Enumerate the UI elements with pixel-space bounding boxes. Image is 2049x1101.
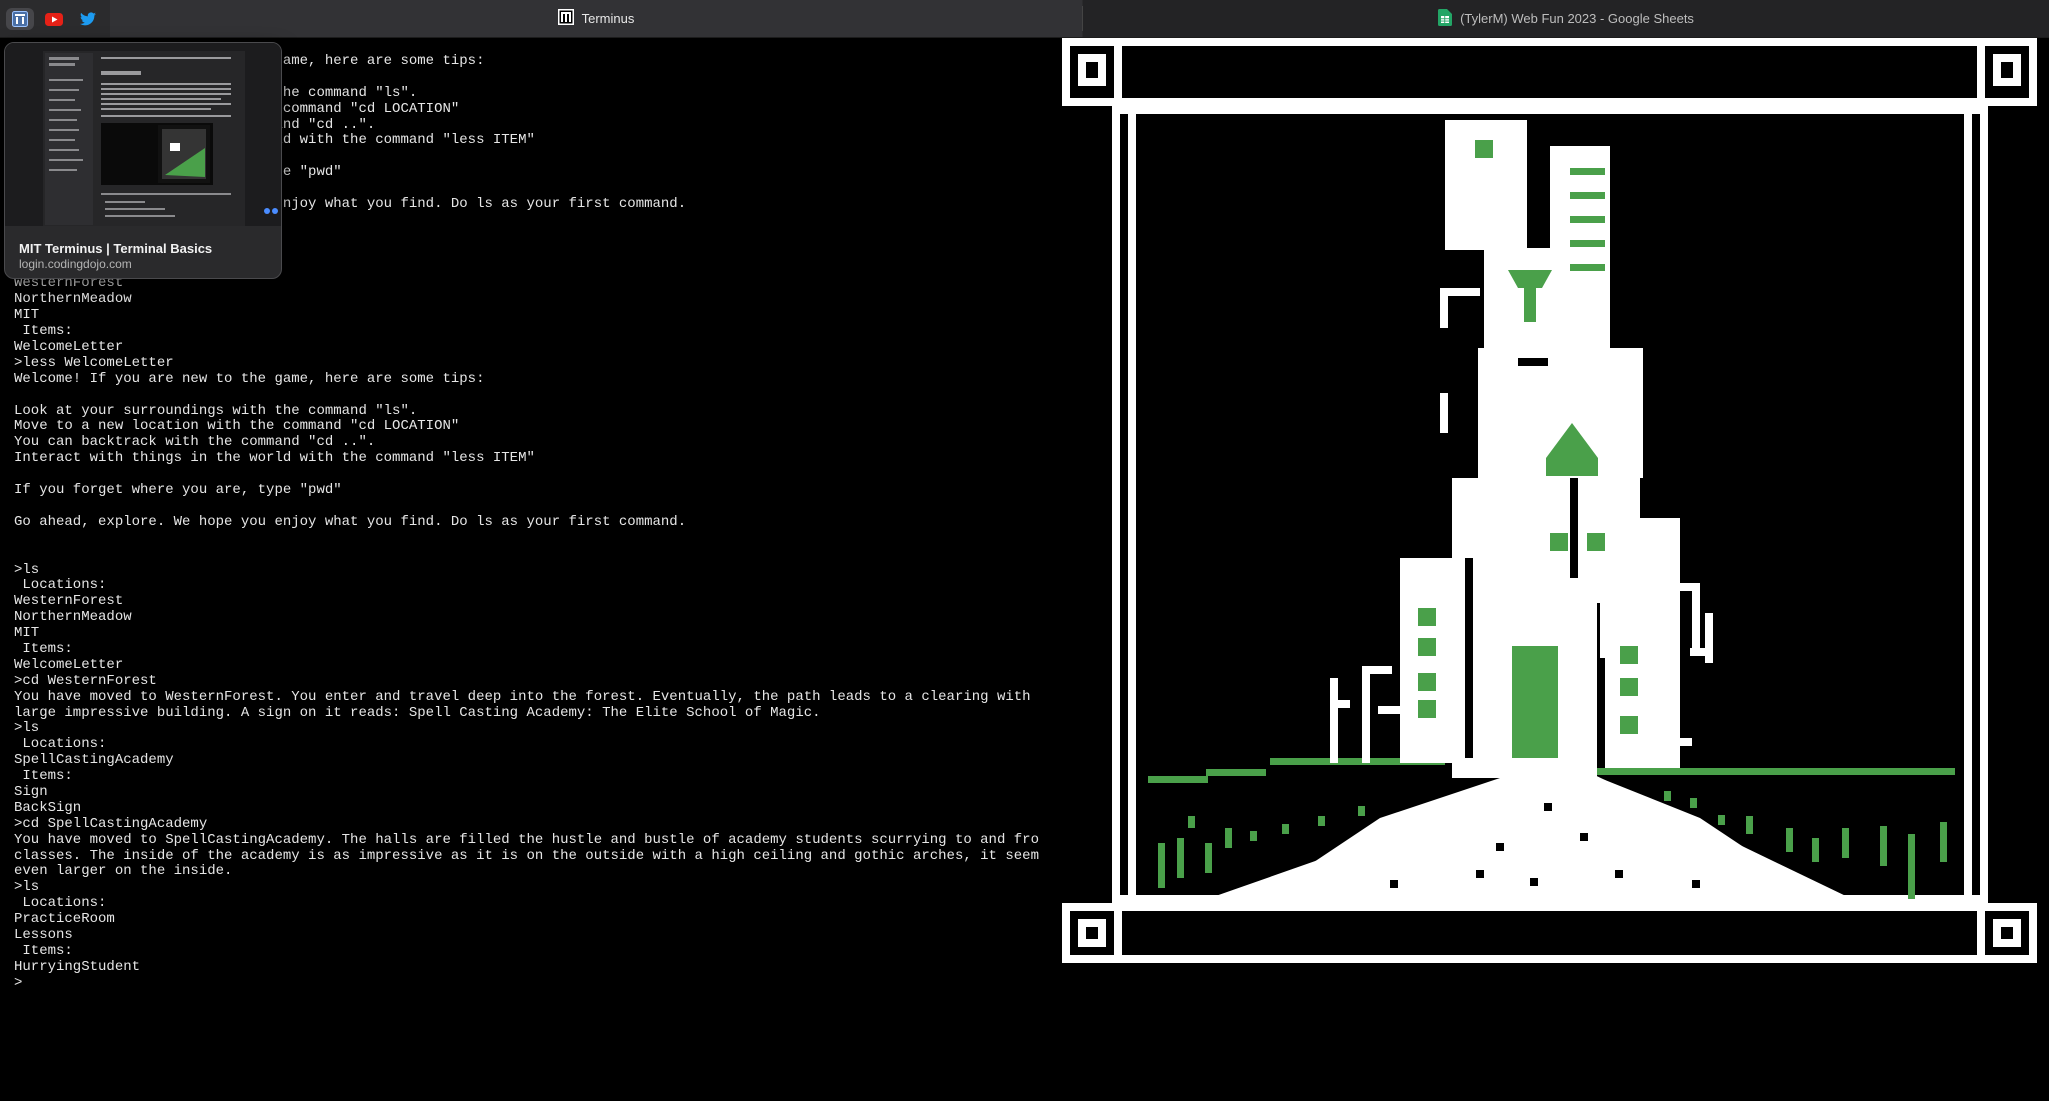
terminal-line: Items:	[14, 768, 73, 785]
youtube-icon	[45, 12, 63, 26]
terminal-line: >less WelcomeLetter	[14, 354, 174, 371]
terminal-line: Locations:	[14, 736, 107, 753]
twitter-pinned-tab[interactable]	[74, 8, 102, 30]
terminal-line: Welcome! If you are new to the game, her…	[14, 370, 485, 387]
tab-hover-preview[interactable]: MIT Terminus | Terminal Basics login.cod…	[4, 42, 282, 279]
academy-pixel-art	[1062, 38, 2037, 963]
terminal-line: Go ahead, explore. We hope you enjoy wha…	[14, 513, 687, 530]
tab-google-sheets[interactable]: (TylerM) Web Fun 2023 - Google Sheets	[1083, 0, 2049, 37]
terminal-line: SpellCastingAcademy	[14, 752, 174, 769]
tab-title: Terminus	[581, 11, 635, 26]
terminal-line: Items:	[14, 323, 73, 340]
terminal-line: NorthernMeadow	[14, 291, 132, 308]
terminal-line: Locations:	[14, 895, 107, 912]
pinned-tabs	[6, 8, 102, 30]
terminal-line: Locations:	[14, 577, 107, 594]
preview-thumbnail	[5, 43, 281, 227]
terminal-line: BackSign	[14, 799, 82, 816]
terminal-line: Items:	[14, 942, 73, 959]
tab-title: (TylerM) Web Fun 2023 - Google Sheets	[1460, 11, 1694, 26]
tab-terminus[interactable]: Terminus	[110, 0, 1082, 37]
terminal-line: Look at your surroundings with the comma…	[14, 402, 418, 419]
terminal-line: Move to a new location with the command …	[14, 418, 460, 435]
terminal-line: >ls	[14, 561, 40, 578]
terminal-line: >	[14, 974, 23, 991]
terminal-line: WesternForest	[14, 593, 124, 610]
twitter-icon	[80, 12, 96, 26]
terminal-line: WelcomeLetter	[14, 339, 124, 356]
terminal-line: Sign	[14, 783, 48, 800]
codingdojo-pinned-tab[interactable]	[6, 8, 34, 30]
terminal-line: classes. The inside of the academy is as…	[14, 847, 1039, 864]
youtube-pinned-tab[interactable]	[40, 8, 68, 30]
terminal-line: Items:	[14, 640, 73, 657]
google-sheets-icon	[1438, 8, 1453, 29]
terminal-line: >cd WesternForest	[14, 672, 157, 689]
terminal-line: WelcomeLetter	[14, 656, 124, 673]
browser-tab-bar: Terminus (TylerM) Web Fun 2023 - Google …	[0, 0, 2049, 38]
terminal-line: HurryingStudent	[14, 958, 141, 975]
terminal-line: MIT	[14, 625, 40, 642]
spell-casting-academy-artwork	[1060, 38, 2049, 1096]
codingdojo-icon	[12, 11, 28, 27]
terminal-line: You have moved to SpellCastingAcademy. T…	[14, 831, 1039, 848]
terminal-line: >cd SpellCastingAcademy	[14, 815, 208, 832]
terminal-line: You can backtrack with the command "cd .…	[14, 434, 376, 451]
terminal-line: Interact with things in the world with t…	[14, 450, 535, 467]
terminal-line: even larger on the inside.	[14, 863, 233, 880]
preview-title: MIT Terminus | Terminal Basics	[19, 241, 213, 256]
terminal-line: You have moved to WesternForest. You ent…	[14, 688, 1031, 705]
terminal-line: >ls	[14, 879, 40, 896]
terminal-line: large impressive building. A sign on it …	[14, 704, 821, 721]
terminus-favicon-icon	[557, 9, 574, 28]
terminal-line: If you forget where you are, type "pwd"	[14, 482, 342, 499]
terminal-line: Lessons	[14, 926, 73, 943]
terminal-line: MIT	[14, 307, 40, 324]
terminal-line: NorthernMeadow	[14, 609, 132, 626]
terminal-line: >ls	[14, 720, 40, 737]
terminal-line: PracticeRoom	[14, 911, 115, 928]
preview-url: login.codingdojo.com	[19, 257, 132, 271]
